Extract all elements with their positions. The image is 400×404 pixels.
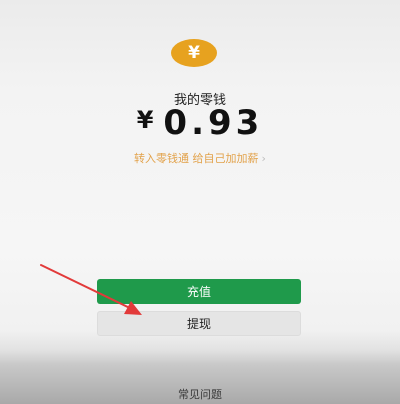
- yen-icon: ¥: [188, 42, 200, 63]
- withdraw-button[interactable]: 提现: [97, 311, 301, 336]
- recharge-button[interactable]: 充值: [97, 279, 301, 304]
- transfer-link-label: 转入零钱通 给自己加加薪: [134, 152, 259, 165]
- balance-value: 0.93: [163, 103, 264, 143]
- coin-icon: ¥: [171, 39, 217, 67]
- transfer-to-savings-link[interactable]: 转入零钱通 给自己加加薪 ›: [0, 150, 400, 166]
- recharge-button-label: 充值: [186, 285, 211, 299]
- balance-amount: ¥0.93: [0, 103, 400, 143]
- withdraw-button-label: 提现: [186, 317, 211, 331]
- chevron-right-icon: ›: [261, 152, 266, 165]
- faq-link[interactable]: 常见问题: [0, 386, 400, 402]
- currency-symbol: ¥: [136, 106, 154, 134]
